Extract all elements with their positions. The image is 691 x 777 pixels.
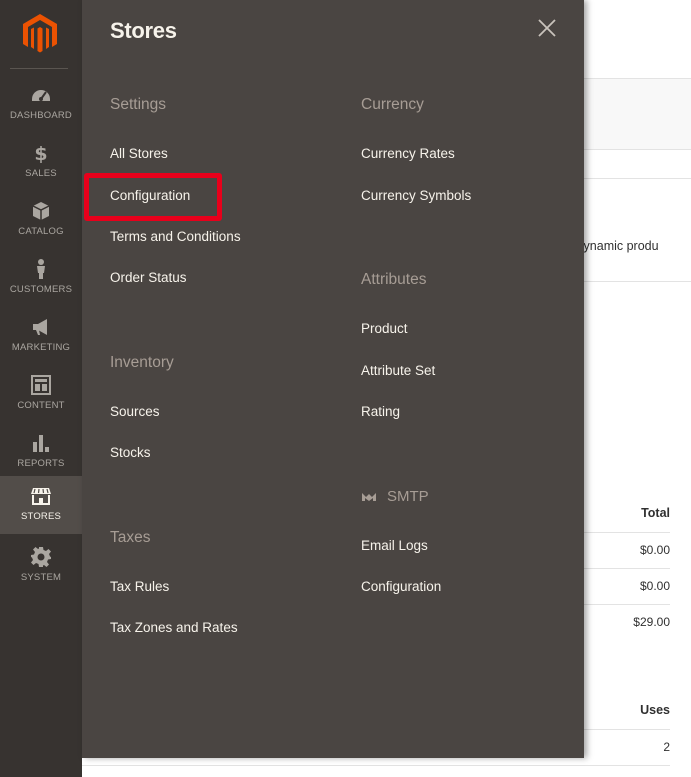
section-title-currency: Currency: [361, 96, 424, 113]
close-icon[interactable]: [537, 18, 557, 38]
section-title-smtp: SMTP: [361, 488, 429, 505]
menu-link-email-logs[interactable]: Email Logs: [361, 538, 428, 553]
sidebar-item-reports[interactable]: REPORTS: [0, 426, 82, 482]
sidebar-item-label: MARKETING: [11, 342, 71, 353]
menu-link-tax-rules[interactable]: Tax Rules: [110, 579, 169, 594]
smtp-logo-icon: [361, 491, 377, 503]
sidebar-divider: [10, 68, 68, 69]
menu-link-all-stores[interactable]: All Stores: [110, 146, 168, 161]
section-title-smtp-label: SMTP: [387, 488, 429, 505]
menu-link-terms-and-conditions[interactable]: Terms and Conditions: [110, 229, 241, 244]
section-title-taxes: Taxes: [110, 529, 151, 546]
gear-icon: [30, 546, 52, 568]
sidebar-item-content[interactable]: CONTENT: [0, 368, 82, 424]
divider: [584, 568, 670, 569]
menu-link-currency-symbols[interactable]: Currency Symbols: [361, 188, 471, 203]
sidebar-item-dashboard[interactable]: DASHBOARD: [0, 78, 82, 134]
section-title-settings: Settings: [110, 96, 167, 113]
uses-column-header: Uses: [640, 703, 670, 717]
menu-link-order-status[interactable]: Order Status: [110, 270, 187, 285]
stores-flyout-menu: Stores Settings All Stores Configuration…: [82, 0, 584, 758]
menu-link-tax-zones-and-rates[interactable]: Tax Zones and Rates: [110, 620, 238, 635]
layout-icon: [30, 374, 52, 396]
sidebar-item-label: CONTENT: [17, 400, 65, 411]
menu-link-sources[interactable]: Sources: [110, 404, 160, 419]
sidebar-item-marketing[interactable]: MARKETING: [0, 310, 82, 366]
sidebar-item-sales[interactable]: $ SALES: [0, 136, 82, 192]
menu-link-smtp-configuration[interactable]: Configuration: [361, 579, 441, 594]
sidebar-item-label: STORES: [20, 511, 62, 522]
menu-link-currency-rates[interactable]: Currency Rates: [361, 146, 455, 161]
sidebar-item-label: DASHBOARD: [10, 110, 72, 121]
sidebar-item-customers[interactable]: CUSTOMERS: [0, 252, 82, 308]
person-icon: [30, 258, 52, 280]
bar-chart-icon: [30, 432, 52, 454]
storefront-icon: [30, 485, 52, 507]
divider: [584, 532, 670, 533]
sidebar-item-label: SALES: [25, 168, 57, 179]
divider: [82, 765, 670, 766]
menu-link-product[interactable]: Product: [361, 321, 408, 336]
sidebar-item-label: SYSTEM: [20, 572, 62, 583]
menu-link-stocks[interactable]: Stocks: [110, 445, 151, 460]
sidebar-item-label: REPORTS: [17, 458, 65, 469]
sidebar-item-system[interactable]: SYSTEM: [0, 540, 82, 596]
divider: [584, 729, 670, 730]
megaphone-icon: [30, 316, 52, 338]
total-cell: $0.00: [639, 543, 670, 557]
uses-cell: 2: [663, 740, 670, 754]
sidebar-item-catalog[interactable]: CATALOG: [0, 194, 82, 250]
totals-column-header: Total: [641, 506, 670, 520]
menu-link-rating[interactable]: Rating: [361, 404, 400, 419]
divider: [584, 604, 670, 605]
admin-sidebar: DASHBOARD $ SALES CATALOG CUSTOMERS MARK…: [0, 0, 82, 777]
menu-link-configuration[interactable]: Configuration: [110, 188, 190, 203]
total-cell: $0.00: [639, 579, 670, 593]
flyout-title: Stores: [110, 18, 177, 43]
dashboard-icon: [30, 84, 52, 106]
section-title-attributes: Attributes: [361, 271, 427, 288]
sidebar-item-label: CUSTOMERS: [9, 284, 73, 295]
svg-text:$: $: [34, 143, 47, 164]
total-cell: $29.00: [633, 615, 670, 629]
box-icon: [30, 200, 52, 222]
sidebar-item-label: CATALOG: [18, 226, 64, 237]
section-title-inventory: Inventory: [110, 354, 174, 371]
dollar-icon: $: [30, 142, 52, 164]
menu-link-attribute-set[interactable]: Attribute Set: [361, 363, 435, 378]
sidebar-item-stores[interactable]: STORES: [0, 476, 82, 534]
magento-logo-icon[interactable]: [21, 13, 59, 55]
